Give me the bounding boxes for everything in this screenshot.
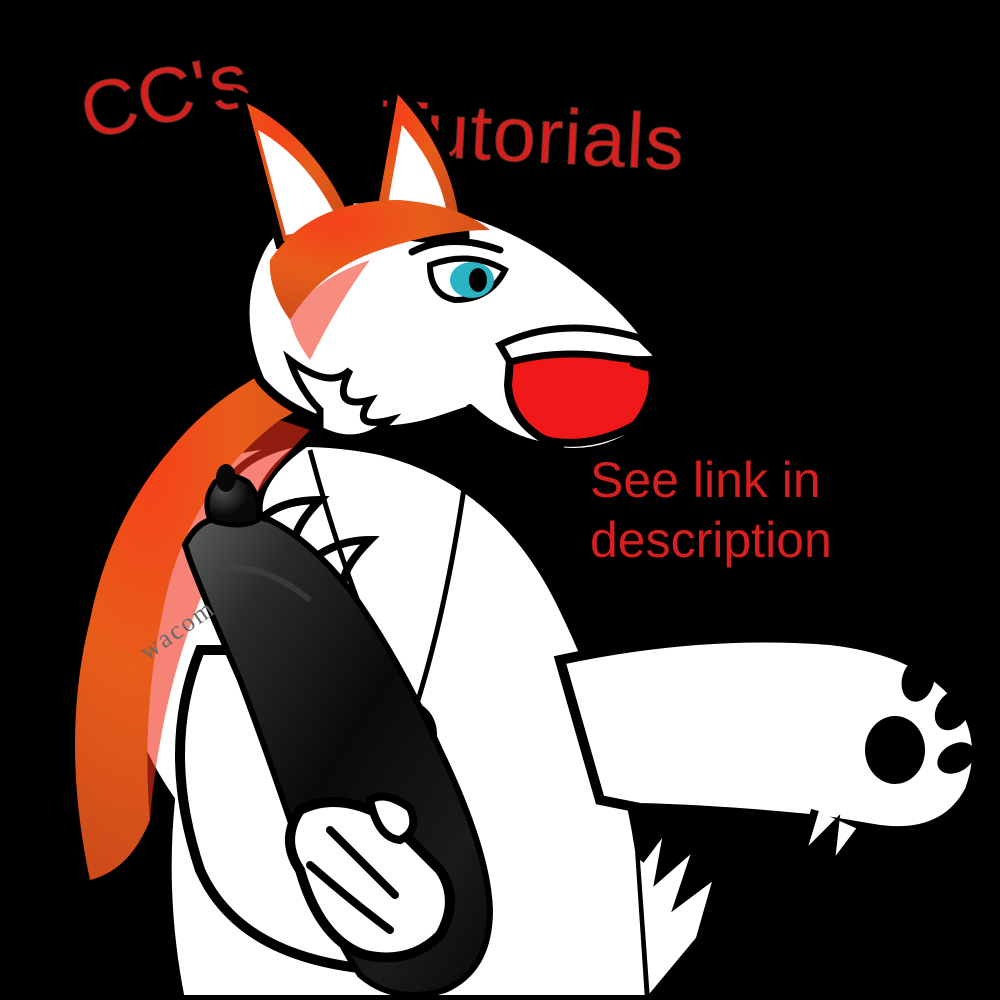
character-illustration bbox=[0, 0, 1000, 1000]
